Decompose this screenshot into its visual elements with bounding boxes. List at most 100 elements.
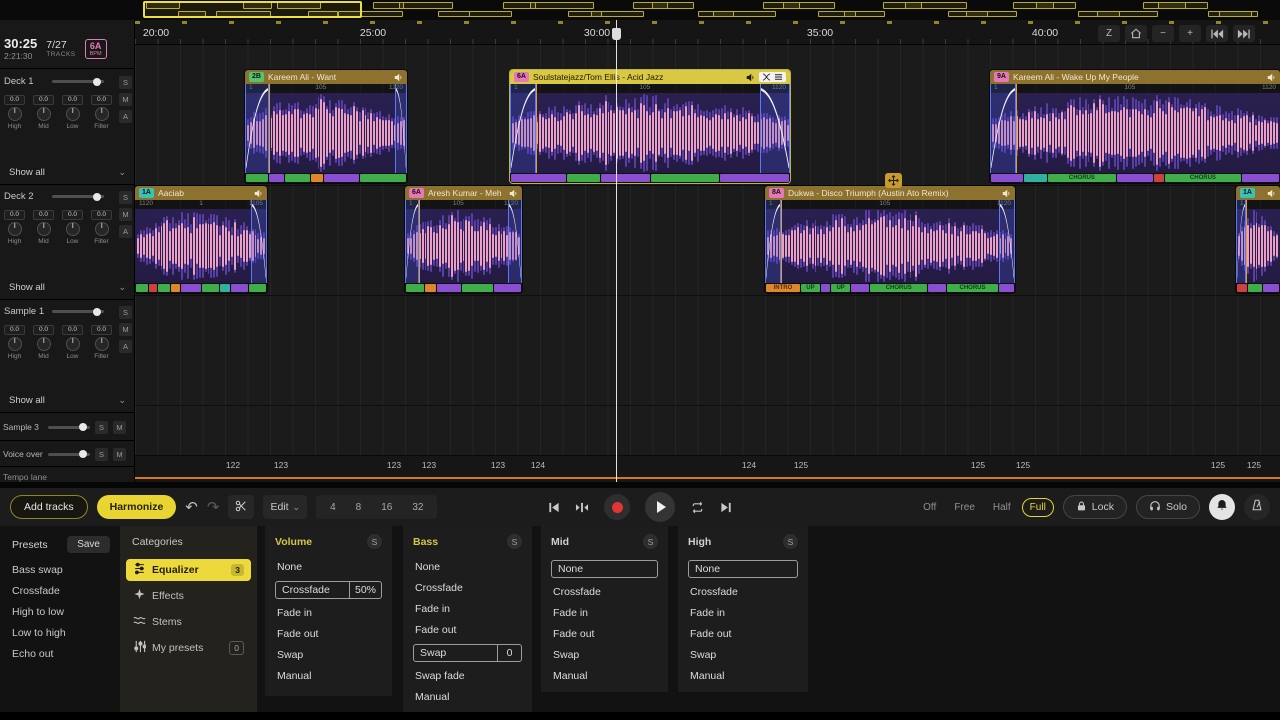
eq-knob-high[interactable]: 0.0High bbox=[2, 95, 27, 130]
transition-option[interactable]: Swap bbox=[551, 648, 658, 662]
speaker-icon[interactable] bbox=[746, 73, 755, 82]
audio-clip[interactable]: 1AAaciab112011105 bbox=[135, 186, 267, 293]
auto-button[interactable]: A bbox=[119, 225, 132, 238]
deck-volume-slider[interactable] bbox=[52, 195, 104, 198]
transition-option[interactable]: Fade out bbox=[688, 627, 798, 641]
audio-clip[interactable]: 2BKareem Ali - Want11051120 bbox=[245, 70, 407, 183]
eq-knob-filter[interactable]: 0.0Filter bbox=[89, 95, 114, 130]
preset-item[interactable]: Low to high bbox=[12, 627, 106, 639]
grid-size-32[interactable]: 32 bbox=[402, 502, 433, 513]
channel-solo-button[interactable]: S bbox=[783, 534, 798, 549]
transition-option[interactable]: Manual bbox=[275, 669, 382, 683]
solo-button[interactable]: S bbox=[119, 191, 132, 204]
preset-item[interactable]: Crossfade bbox=[12, 585, 106, 597]
sync-mode-half[interactable]: Half bbox=[986, 499, 1018, 516]
eq-knob-mid[interactable]: 0.0Mid bbox=[31, 95, 56, 130]
transition-option-selected[interactable]: Crossfade 50% bbox=[275, 581, 382, 599]
fade-out-handle[interactable] bbox=[508, 200, 522, 283]
sync-mode-off[interactable]: Off bbox=[916, 499, 943, 516]
fade-in-handle[interactable] bbox=[510, 84, 536, 173]
auto-button[interactable]: A bbox=[119, 110, 132, 123]
transition-value[interactable]: 50% bbox=[349, 582, 381, 598]
audio-clip[interactable]: 1A1 bbox=[1236, 186, 1280, 293]
show-all-dropdown[interactable]: Show all⌄ bbox=[0, 395, 135, 406]
speaker-icon[interactable] bbox=[394, 73, 403, 82]
fade-in-handle[interactable] bbox=[765, 200, 781, 283]
loop-button[interactable] bbox=[690, 501, 705, 514]
sync-mode-full[interactable]: Full bbox=[1022, 498, 1054, 517]
category-effects[interactable]: Effects bbox=[126, 585, 251, 607]
auto-button[interactable]: A bbox=[119, 340, 132, 353]
transition-option[interactable]: Fade in bbox=[413, 602, 522, 616]
move-transition-handle[interactable] bbox=[885, 173, 902, 188]
audio-clip[interactable]: 8ADukwa - Disco Triumph (Austin Ato Remi… bbox=[765, 186, 1015, 293]
transition-option[interactable]: Swap fade bbox=[413, 669, 522, 683]
transition-option[interactable]: Crossfade bbox=[551, 585, 658, 599]
eq-knob-low[interactable]: 0.0Low bbox=[60, 210, 85, 245]
fade-out-handle[interactable] bbox=[999, 200, 1015, 283]
transition-controls-chip[interactable] bbox=[759, 72, 786, 82]
show-all-dropdown[interactable]: Show all⌄ bbox=[0, 167, 135, 178]
playhead-handle[interactable] bbox=[612, 28, 621, 40]
speaker-icon[interactable] bbox=[254, 189, 263, 198]
tempo-ruler[interactable]: 122123123123123124124125125125125125 bbox=[135, 455, 1280, 482]
deck-volume-slider[interactable] bbox=[52, 310, 104, 313]
playhead[interactable] bbox=[616, 20, 617, 482]
channel-solo-button[interactable]: S bbox=[367, 534, 382, 549]
lock-button[interactable]: Lock bbox=[1063, 495, 1127, 519]
jump-back-button[interactable] bbox=[1206, 25, 1228, 42]
preset-item[interactable]: Bass swap bbox=[12, 564, 106, 576]
mute-button[interactable]: M bbox=[119, 323, 132, 336]
speaker-icon[interactable] bbox=[1002, 189, 1011, 198]
grid-size-4[interactable]: 4 bbox=[320, 502, 346, 513]
grid-size-16[interactable]: 16 bbox=[371, 502, 402, 513]
eq-knob-mid[interactable]: 0.0Mid bbox=[31, 325, 56, 360]
metronome-button[interactable] bbox=[1244, 494, 1270, 520]
skip-to-end-button[interactable] bbox=[720, 501, 733, 514]
snap-playhead-button[interactable] bbox=[575, 501, 589, 514]
jump-forward-button[interactable] bbox=[1233, 25, 1255, 42]
transition-option[interactable]: Swap bbox=[688, 648, 798, 662]
transition-option[interactable]: Manual bbox=[413, 690, 522, 704]
eq-knob-low[interactable]: 0.0Low bbox=[60, 325, 85, 360]
mute-button[interactable]: M bbox=[119, 208, 132, 221]
audio-clip[interactable]: 9AKareem Ali - Wake Up My People11051120… bbox=[990, 70, 1280, 183]
fade-in-handle[interactable] bbox=[990, 84, 1016, 173]
save-preset-button[interactable]: Save bbox=[67, 536, 110, 553]
zoom-in-button[interactable]: + bbox=[1179, 25, 1201, 42]
sync-mode-free[interactable]: Free bbox=[947, 499, 982, 516]
home-button[interactable] bbox=[1125, 25, 1147, 42]
solo-button[interactable]: S bbox=[119, 76, 132, 89]
transition-option[interactable]: Fade in bbox=[551, 606, 658, 620]
fade-in-handle[interactable] bbox=[405, 200, 419, 283]
preset-item[interactable]: High to low bbox=[12, 606, 106, 618]
fade-out-handle[interactable] bbox=[251, 200, 267, 283]
eq-knob-filter[interactable]: 0.0Filter bbox=[89, 325, 114, 360]
undo-button[interactable]: ↶ bbox=[185, 500, 198, 515]
deck-volume-slider[interactable] bbox=[52, 80, 104, 83]
solo-button[interactable]: S bbox=[95, 421, 108, 434]
fade-in-handle[interactable] bbox=[1236, 200, 1246, 283]
grid-size-8[interactable]: 8 bbox=[346, 502, 372, 513]
transition-option[interactable]: Fade in bbox=[688, 606, 798, 620]
speaker-icon[interactable] bbox=[1267, 189, 1276, 198]
audio-clip[interactable]: 6AAresh Kumar - Meh11051120 bbox=[405, 186, 522, 293]
transition-option[interactable]: Fade out bbox=[551, 627, 658, 641]
cut-button[interactable] bbox=[228, 495, 254, 519]
arrangement-timeline[interactable]: 2BKareem Ali - Want110511206ASoulstateja… bbox=[135, 45, 1280, 482]
add-tracks-button[interactable]: Add tracks bbox=[10, 495, 88, 519]
speaker-icon[interactable] bbox=[509, 189, 518, 198]
transition-option-selected[interactable]: None bbox=[688, 560, 798, 578]
zoom-out-button[interactable]: − bbox=[1152, 25, 1174, 42]
solo-button[interactable]: Solo bbox=[1136, 495, 1200, 519]
transition-option[interactable]: Manual bbox=[688, 669, 798, 683]
channel-solo-button[interactable]: S bbox=[507, 534, 522, 549]
eq-knob-filter[interactable]: 0.0Filter bbox=[89, 210, 114, 245]
show-all-dropdown[interactable]: Show all⌄ bbox=[0, 282, 135, 293]
tempo-automation-line[interactable] bbox=[135, 477, 1280, 479]
category-stems[interactable]: Stems bbox=[126, 611, 251, 633]
solo-button[interactable]: S bbox=[95, 448, 108, 461]
transition-option[interactable]: None bbox=[275, 560, 382, 574]
timeline-minimap[interactable] bbox=[0, 0, 1280, 20]
transition-option[interactable]: Fade out bbox=[275, 627, 382, 641]
